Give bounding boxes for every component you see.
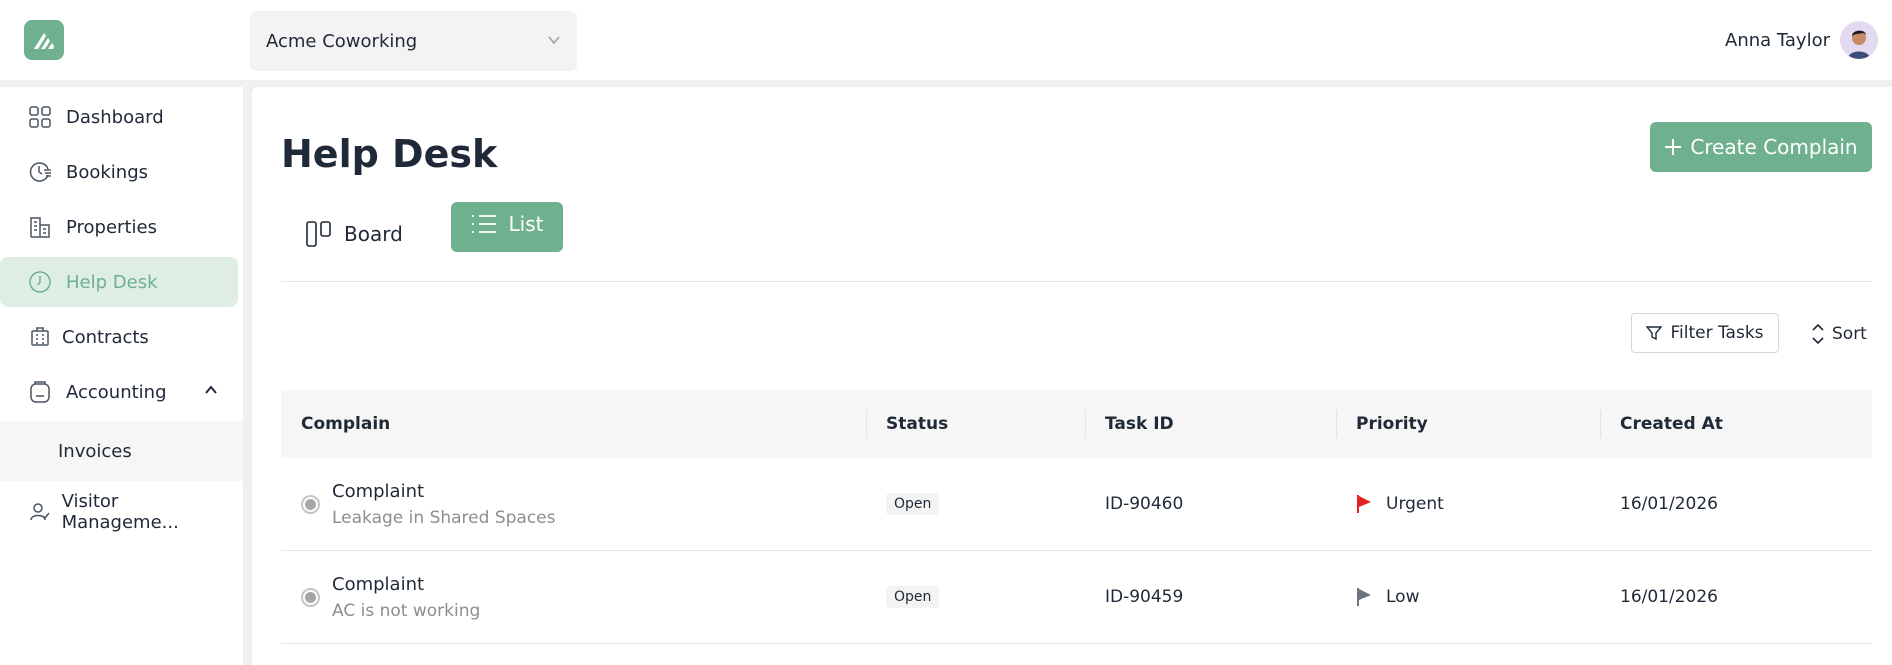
- contract-building-icon: [28, 325, 52, 349]
- user-menu[interactable]: Anna Taylor: [1725, 20, 1878, 60]
- create-complain-label: Create Complain: [1690, 135, 1858, 159]
- flag-low-icon: [1357, 588, 1371, 606]
- user-name: Anna Taylor: [1725, 29, 1830, 51]
- sidebar-item-accounting[interactable]: Accounting: [0, 367, 238, 417]
- filter-tasks-button[interactable]: Filter Tasks: [1631, 313, 1779, 353]
- created-at-cell: 16/01/2026: [1620, 494, 1718, 514]
- sort-label: Sort: [1832, 324, 1867, 344]
- table-row[interactable]: Complaint Leakage in Shared Spaces Open …: [281, 458, 1872, 551]
- priority-label: Low: [1386, 587, 1420, 607]
- complain-cell: Complaint AC is not working: [281, 551, 866, 643]
- sidebar-item-label: Bookings: [66, 161, 149, 183]
- chevron-down-icon: [548, 36, 560, 45]
- complain-title: Complaint: [332, 573, 425, 595]
- main-content: Help Desk Create Complain Board List Fil…: [252, 87, 1892, 665]
- avatar[interactable]: [1840, 21, 1878, 59]
- wallet-icon: [28, 380, 52, 404]
- tab-list[interactable]: List: [451, 202, 563, 252]
- status-cell: Open: [866, 458, 1085, 550]
- sidebar-item-contracts[interactable]: Contracts: [0, 312, 238, 362]
- page-title: Help Desk: [281, 132, 498, 176]
- tab-list-label: List: [508, 212, 544, 236]
- logo-icon: [34, 33, 54, 49]
- sidebar-item-label: Accounting: [66, 381, 167, 403]
- workspace-select[interactable]: Acme Coworking: [250, 11, 577, 71]
- complaints-table: Complain Status Task ID Priority Created…: [281, 390, 1872, 644]
- column-header-created-at[interactable]: Created At: [1600, 390, 1872, 458]
- priority-label: Urgent: [1386, 494, 1444, 514]
- workspace-select-value: Acme Coworking: [266, 30, 418, 52]
- complain-cell: Complaint Leakage in Shared Spaces: [281, 458, 866, 550]
- table-header: Complain Status Task ID Priority Created…: [281, 390, 1872, 458]
- flag-urgent-icon: [1357, 495, 1371, 513]
- sidebar-item-label: Visitor Manageme...: [61, 491, 179, 533]
- help-clock-icon: [28, 270, 52, 294]
- status-badge: Open: [886, 586, 940, 608]
- sidebar-item-properties[interactable]: Properties: [0, 202, 238, 252]
- tab-board-label: Board: [344, 222, 403, 246]
- sort-icon: [1812, 323, 1824, 345]
- sidebar: Dashboard Bookings Properties Help Desk: [0, 87, 243, 665]
- plus-icon: [1665, 139, 1682, 155]
- column-header-priority[interactable]: Priority: [1336, 390, 1600, 458]
- building-icon: [28, 215, 52, 239]
- complain-title: Complaint: [332, 480, 425, 502]
- sidebar-item-bookings[interactable]: Bookings: [0, 147, 238, 197]
- top-bar: Acme Coworking Anna Taylor: [0, 0, 1892, 80]
- sidebar-subitem-invoices[interactable]: Invoices: [0, 421, 243, 481]
- sidebar-item-help-desk[interactable]: Help Desk: [0, 257, 238, 307]
- sidebar-item-dashboard[interactable]: Dashboard: [0, 92, 238, 142]
- sidebar-subitem-label: Invoices: [58, 440, 132, 462]
- sidebar-item-visitor-management[interactable]: Visitor Manageme...: [0, 487, 238, 537]
- priority-cell: Low: [1336, 551, 1600, 643]
- column-header-status[interactable]: Status: [866, 390, 1085, 458]
- complain-subtitle: AC is not working: [332, 600, 481, 621]
- task-id-cell: ID-90460: [1105, 494, 1184, 514]
- sort-button[interactable]: Sort: [1812, 320, 1867, 348]
- column-header-complain[interactable]: Complain: [281, 390, 866, 458]
- column-header-task-id[interactable]: Task ID: [1085, 390, 1336, 458]
- create-complain-button[interactable]: Create Complain: [1650, 122, 1872, 172]
- created-at-cell: 16/01/2026: [1620, 587, 1718, 607]
- visitor-icon: [28, 500, 52, 524]
- chevron-up-icon[interactable]: [204, 383, 218, 397]
- filter-tasks-label: Filter Tasks: [1670, 323, 1764, 343]
- filter-icon: [1646, 326, 1663, 341]
- board-icon: [306, 221, 331, 247]
- clock-list-icon: [28, 160, 52, 184]
- sidebar-item-label: Dashboard: [66, 106, 164, 128]
- sidebar-item-label: Contracts: [62, 326, 149, 348]
- row-select-radio[interactable]: [301, 587, 320, 607]
- divider: [281, 281, 1872, 282]
- status-cell: Open: [866, 551, 1085, 643]
- grid-icon: [28, 105, 52, 129]
- row-select-radio[interactable]: [301, 494, 320, 514]
- complain-subtitle: Leakage in Shared Spaces: [332, 507, 556, 528]
- sidebar-item-label: Properties: [66, 216, 157, 238]
- avatar-icon: [1840, 21, 1878, 59]
- status-badge: Open: [886, 493, 940, 515]
- sidebar-item-label: Help Desk: [66, 271, 158, 293]
- task-id-cell: ID-90459: [1105, 587, 1184, 607]
- tab-board[interactable]: Board: [306, 209, 403, 259]
- app-logo[interactable]: [24, 20, 64, 60]
- list-icon: [471, 215, 496, 233]
- table-row[interactable]: Complaint AC is not working Open ID-9045…: [281, 551, 1872, 644]
- priority-cell: Urgent: [1336, 458, 1600, 550]
